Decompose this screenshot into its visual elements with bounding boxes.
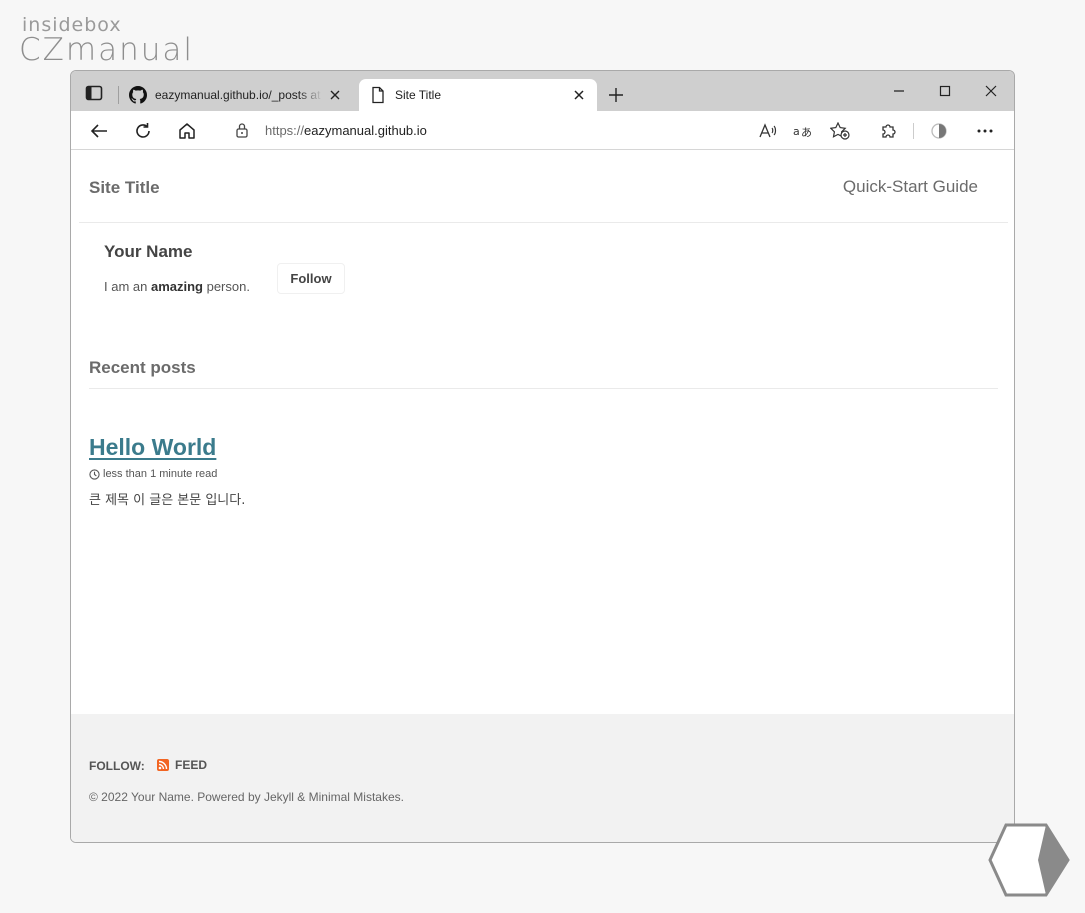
lock-icon <box>236 123 248 138</box>
svg-text:あ: あ <box>801 126 812 139</box>
footer-follow-label: FOLLOW: <box>89 759 145 773</box>
github-icon <box>129 86 147 104</box>
close-icon <box>574 90 584 100</box>
copyright-text: © 2022 Your Name. Powered by Jekyll & Mi… <box>89 790 404 804</box>
tab-strip: eazymanual.github.io/_posts at m Site Ti… <box>71 71 1014 111</box>
post-meta: less than 1 minute read <box>89 468 217 480</box>
author-bio-prefix: I am an <box>104 279 151 294</box>
close-icon <box>330 90 340 100</box>
web-page: Site Title Quick-Start Guide Your Name I… <box>71 151 1014 842</box>
translate-button[interactable]: aあ <box>792 120 814 142</box>
masthead-divider <box>79 222 1008 223</box>
url-text: https://eazymanual.github.io <box>265 123 427 138</box>
shield-half-icon <box>931 123 947 139</box>
tab-github[interactable]: eazymanual.github.io/_posts at m <box>121 79 353 111</box>
translate-icon: aあ <box>793 125 812 139</box>
author-bio-suffix: person. <box>202 279 250 294</box>
star-add-icon <box>830 122 850 140</box>
post-excerpt: 큰 제목 이 글은 본문 입니다. <box>89 493 246 508</box>
recent-posts-divider <box>89 388 998 389</box>
maximize-button[interactable] <box>931 80 959 102</box>
tab-close-button[interactable] <box>567 83 591 107</box>
close-icon <box>985 85 997 97</box>
browser-window: eazymanual.github.io/_posts at m Site Ti… <box>70 70 1015 843</box>
rss-icon <box>157 759 169 771</box>
browser-toolbar: https://eazymanual.github.io aあ <box>71 111 1014 150</box>
more-horizontal-icon <box>977 129 993 133</box>
author-bio-bold: amazing <box>150 279 203 294</box>
home-icon <box>179 123 195 139</box>
read-aloud-icon <box>759 123 777 138</box>
recent-posts-heading: Recent posts <box>89 358 196 377</box>
svg-text:a: a <box>793 125 800 138</box>
close-window-button[interactable] <box>977 80 1005 102</box>
settings-more-button[interactable] <box>973 119 997 143</box>
feed-label: FEED <box>175 758 208 772</box>
new-tab-button[interactable] <box>604 83 628 107</box>
refresh-button[interactable] <box>131 119 155 143</box>
url-scheme: https:// <box>265 123 305 138</box>
minimize-button[interactable] <box>885 80 913 102</box>
minimize-icon <box>894 90 904 92</box>
page-icon <box>372 86 384 104</box>
favorites-button[interactable] <box>829 120 851 142</box>
read-time: less than 1 minute read <box>103 468 218 480</box>
tab-site-title[interactable]: Site Title <box>359 79 597 111</box>
page-footer: FOLLOW: FEED © 2022 Your Name. Powered b… <box>71 714 1014 842</box>
hexagon-logo-icon <box>988 823 1070 897</box>
tab-separator <box>118 86 119 104</box>
home-button[interactable] <box>175 119 199 143</box>
read-aloud-button[interactable] <box>757 120 779 142</box>
tab-label: eazymanual.github.io/_posts at m <box>155 88 323 102</box>
refresh-icon <box>136 123 150 138</box>
tab-label: Site Title <box>395 88 442 102</box>
url-host: eazymanual.github.io <box>304 123 427 138</box>
clock-icon <box>89 468 100 480</box>
plus-icon <box>609 88 623 102</box>
browser-essentials-button[interactable] <box>927 119 951 143</box>
author-name: Your Name <box>104 242 193 261</box>
tab-close-button[interactable] <box>323 83 347 107</box>
tab-actions-button[interactable] <box>85 85 103 101</box>
arrow-left-icon <box>90 124 107 138</box>
nav-link-quick-start-guide[interactable]: Quick-Start Guide <box>843 177 978 197</box>
site-title-link[interactable]: Site Title <box>89 178 160 198</box>
address-bar[interactable]: https://eazymanual.github.io aあ <box>217 116 861 145</box>
toolbar-separator <box>913 123 914 139</box>
author-bio: I am an amazing person. <box>104 279 250 294</box>
maximize-icon <box>939 85 951 97</box>
post-title-link[interactable]: Hello World <box>89 434 216 461</box>
feed-link[interactable]: FEED <box>157 758 207 772</box>
puzzle-icon <box>882 124 896 138</box>
extensions-button[interactable] <box>877 119 901 143</box>
back-button[interactable] <box>87 119 111 143</box>
watermark-logo-text: CZmanual <box>19 32 194 68</box>
follow-button[interactable]: Follow <box>277 263 345 294</box>
tab-actions-icon <box>85 85 103 101</box>
